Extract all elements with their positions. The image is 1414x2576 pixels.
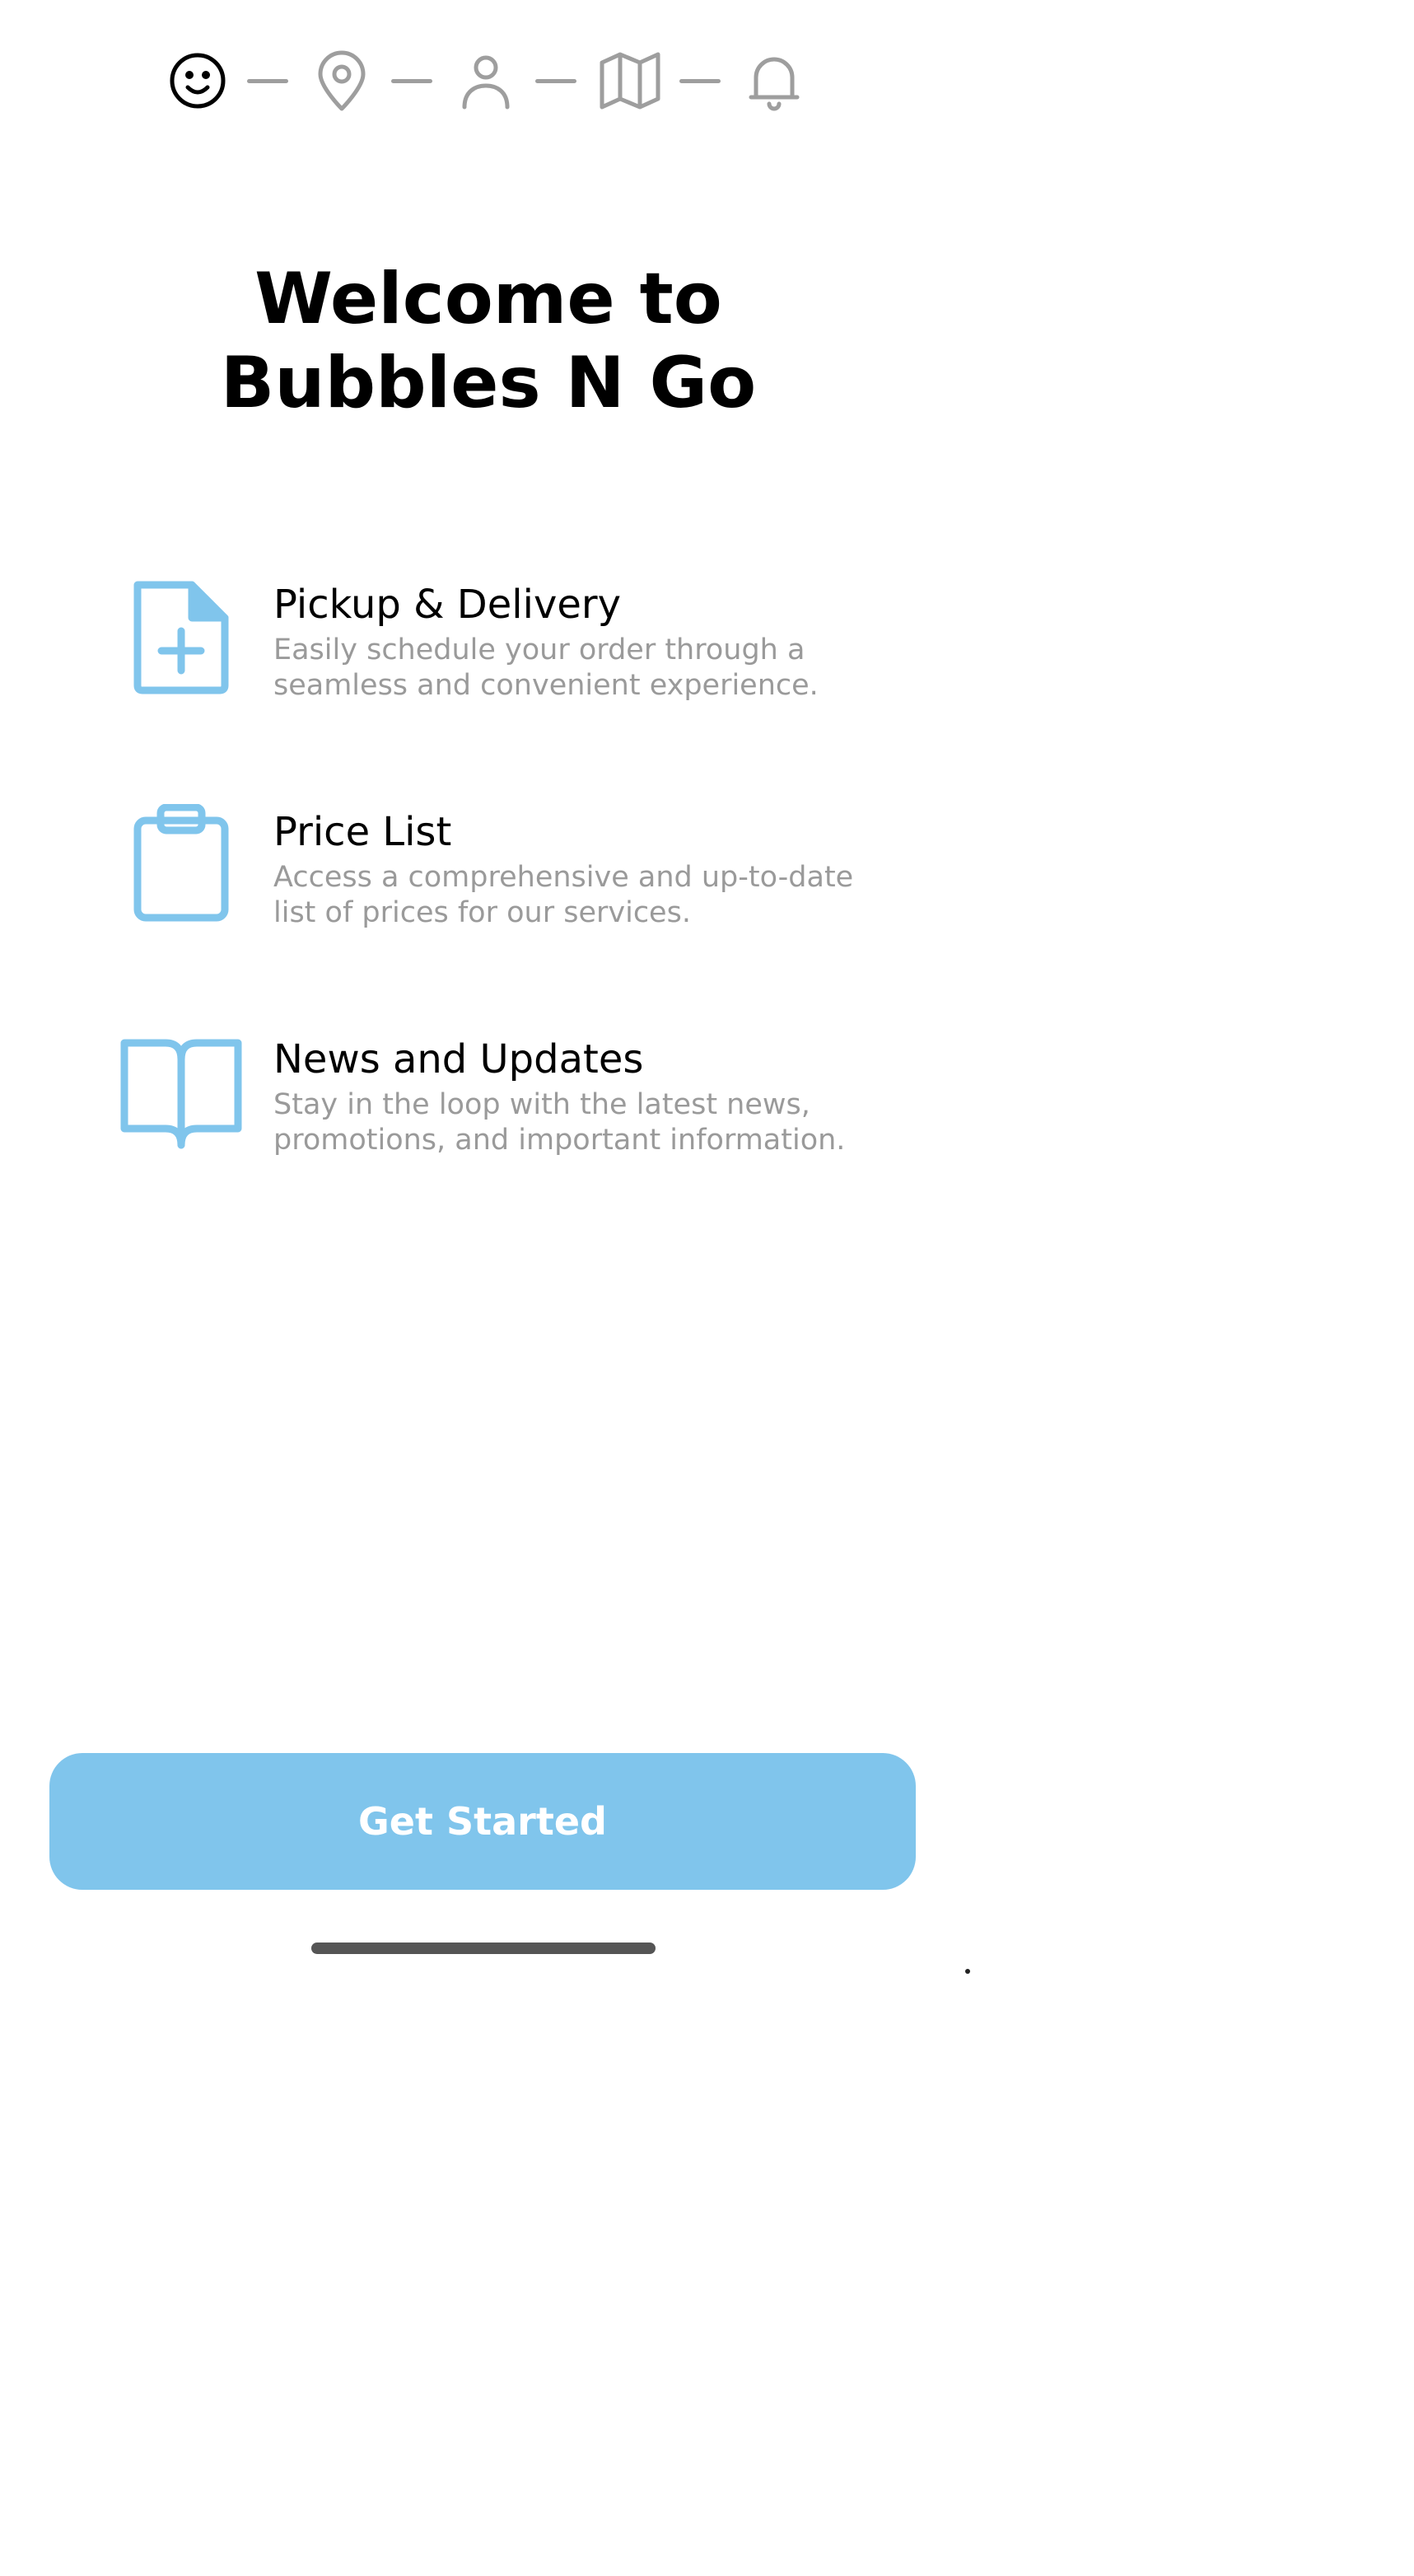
bell-icon bbox=[741, 48, 807, 114]
get-started-button[interactable]: Get Started bbox=[49, 1753, 916, 1890]
user-icon bbox=[453, 48, 519, 114]
feature-description: Access a comprehensive and up-to-date li… bbox=[273, 861, 854, 929]
clipboard-icon bbox=[119, 804, 243, 928]
step-separator bbox=[679, 79, 721, 83]
home-indicator bbox=[311, 1943, 656, 1954]
feature-title: Price List bbox=[273, 809, 452, 855]
feature-title: Pickup & Delivery bbox=[273, 582, 622, 628]
location-pin-icon bbox=[309, 48, 375, 114]
file-plus-icon bbox=[119, 577, 243, 700]
feature-pickup-delivery: Pickup & Delivery Easily schedule your o… bbox=[119, 577, 943, 717]
step-separator bbox=[391, 79, 432, 83]
map-icon bbox=[597, 48, 663, 114]
book-open-icon bbox=[119, 1031, 243, 1155]
step-separator bbox=[535, 79, 576, 83]
onboarding-stepper bbox=[165, 48, 815, 114]
page-title: Welcome to Bubbles N Go bbox=[220, 258, 757, 424]
stray-dot bbox=[965, 1969, 970, 1974]
feature-title: News and Updates bbox=[273, 1036, 644, 1082]
feature-news-updates: News and Updates Stay in the loop with t… bbox=[119, 1031, 943, 1171]
step-separator bbox=[247, 79, 288, 83]
smiley-icon bbox=[165, 48, 231, 114]
feature-description: Stay in the loop with the latest news, p… bbox=[273, 1088, 846, 1157]
feature-description: Easily schedule your order through a sea… bbox=[273, 633, 819, 702]
feature-price-list: Price List Access a comprehensive and up… bbox=[119, 804, 943, 944]
